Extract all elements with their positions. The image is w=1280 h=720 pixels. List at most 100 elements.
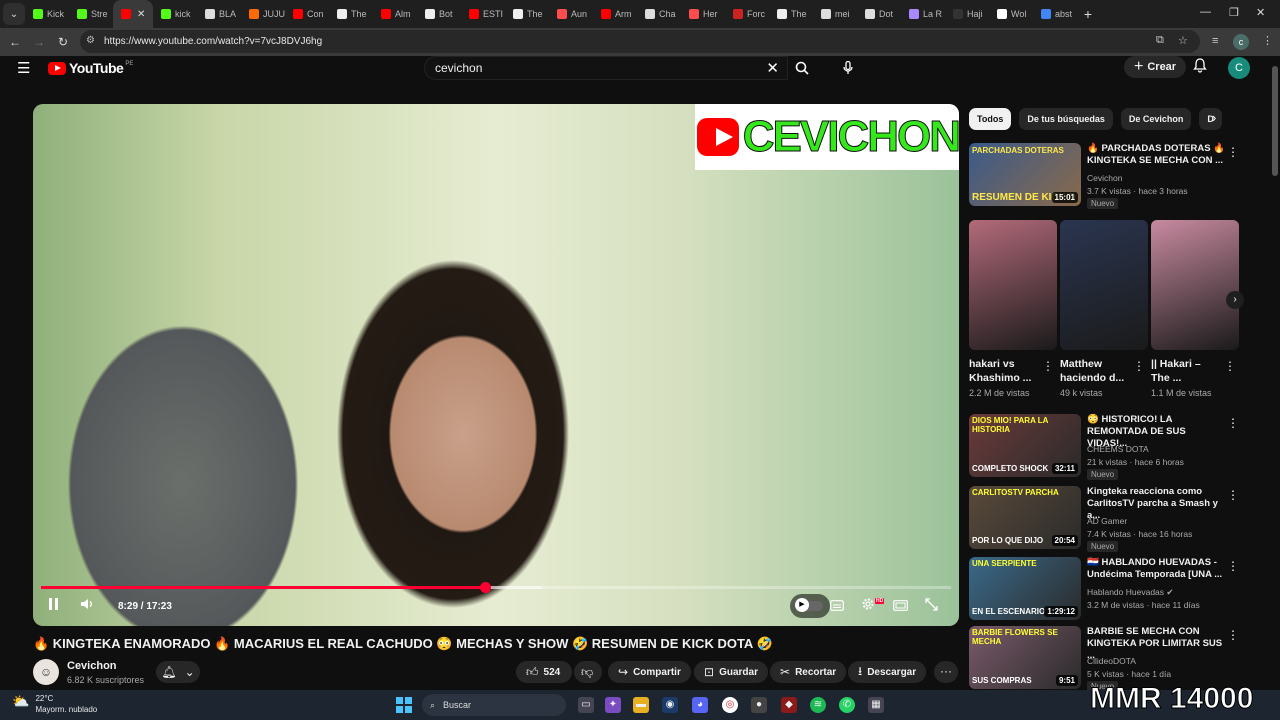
address-bar[interactable]: ⚙ https://www.youtube.com/watch?v=7vcJ8D… bbox=[80, 30, 1200, 53]
share-button[interactable]: ↪ Compartir bbox=[608, 661, 691, 683]
video-thumbnail[interactable]: PARCHADAS DOTERAS RESUMEN DE KICK D 15:0… bbox=[969, 143, 1081, 206]
download-button[interactable]: ⭳ Descargar bbox=[848, 661, 927, 683]
more-options-icon[interactable]: ⋮ bbox=[1227, 488, 1239, 502]
save-button[interactable]: ⊡ Guardar bbox=[694, 661, 768, 683]
chips-next-icon[interactable]: › bbox=[1212, 110, 1216, 125]
discord-icon[interactable]: ◕ bbox=[692, 697, 708, 713]
settings-button[interactable] bbox=[861, 597, 875, 614]
like-button[interactable]: 👍︎ 524 bbox=[516, 661, 572, 683]
search-input[interactable]: cevichon ✕ bbox=[424, 56, 788, 80]
recommendation-item[interactable]: PARCHADAS DOTERAS RESUMEN DE KICK D 15:0… bbox=[969, 143, 1269, 209]
more-options-icon[interactable]: ⋮ bbox=[1042, 359, 1054, 373]
video-thumbnail[interactable]: CARLITOSTV PARCHA POR LO QUE DIJO 20:54 bbox=[969, 486, 1081, 549]
spotify-icon[interactable]: ≋ bbox=[810, 697, 826, 713]
video-thumbnail[interactable]: UNA SERPIENTE EN EL ESCENARIO 1:29:12 bbox=[969, 557, 1081, 620]
more-options-icon[interactable]: ⋮ bbox=[1227, 145, 1239, 159]
dislike-button[interactable]: 👎︎ bbox=[574, 661, 602, 683]
browser-menu-icon[interactable]: ⋮ bbox=[1262, 34, 1273, 47]
youtube-logo[interactable]: YouTube PE bbox=[48, 60, 133, 76]
clear-search-icon[interactable]: ✕ bbox=[766, 59, 779, 77]
browser-tab[interactable]: Con bbox=[285, 0, 329, 28]
steam-icon[interactable]: ◉ bbox=[662, 697, 678, 713]
browser-tab[interactable]: abst bbox=[1033, 0, 1077, 28]
install-app-icon[interactable]: ⧉ bbox=[1156, 34, 1164, 47]
search-button[interactable] bbox=[788, 56, 816, 80]
pause-button[interactable] bbox=[48, 598, 59, 613]
create-button[interactable]: + Crear bbox=[1124, 56, 1187, 78]
short-item[interactable]: hakari vs Khashimo ... 2.2 M de vistas ⋮ bbox=[969, 220, 1057, 398]
short-thumbnail[interactable] bbox=[1060, 220, 1148, 350]
menu-icon[interactable]: ☰ bbox=[17, 59, 30, 77]
close-tab-icon[interactable]: ✕ bbox=[137, 9, 145, 20]
channel-name[interactable]: Hablando Huevadas ✔ bbox=[1087, 587, 1174, 598]
recommendation-item[interactable]: UNA SERPIENTE EN EL ESCENARIO 1:29:12 🇵🇾 HA… bbox=[969, 557, 1269, 623]
calculator-icon[interactable]: ▦ bbox=[868, 697, 884, 713]
browser-tab[interactable]: mei bbox=[813, 0, 857, 28]
browser-tab[interactable]: Haji bbox=[945, 0, 989, 28]
fullscreen-button[interactable] bbox=[925, 598, 938, 614]
video-thumbnail[interactable]: BARBIE FLOWERS SE MECHA SUS COMPRAS 9:51 bbox=[969, 626, 1081, 689]
short-item[interactable]: || Hakari – The ... 1.1 M de vistas ⋮ bbox=[1151, 220, 1239, 398]
short-title[interactable]: Matthew haciendo d... bbox=[1060, 357, 1130, 385]
short-title[interactable]: || Hakari – The ... bbox=[1151, 357, 1221, 385]
browser-tab[interactable]: Cha bbox=[637, 0, 681, 28]
channel-avatar[interactable]: ☺ bbox=[33, 659, 59, 685]
browser-tab[interactable]: Stre bbox=[69, 0, 113, 28]
browser-tab[interactable]: JUJU bbox=[241, 0, 285, 28]
reading-list-icon[interactable]: ≡ bbox=[1212, 35, 1218, 47]
browser-tab[interactable]: ESTI bbox=[461, 0, 505, 28]
channel-name[interactable]: AD Gamer bbox=[1087, 516, 1127, 526]
browser-tab[interactable]: The bbox=[329, 0, 373, 28]
notification-settings-button[interactable]: 🔔︎ ⌄ bbox=[156, 661, 200, 683]
subtitles-button[interactable] bbox=[830, 599, 844, 614]
filter-chip[interactable]: De Cevichon bbox=[1120, 108, 1192, 130]
progress-bar[interactable] bbox=[41, 582, 951, 593]
tab-search-button[interactable]: ⌄ bbox=[3, 3, 25, 25]
browser-profile-avatar[interactable]: c bbox=[1233, 34, 1249, 50]
taskbar-search[interactable]: ⌕ Buscar bbox=[422, 694, 566, 716]
browser-tab[interactable]: The bbox=[769, 0, 813, 28]
account-avatar[interactable]: C bbox=[1228, 57, 1250, 79]
browser-tab[interactable]: Forc bbox=[725, 0, 769, 28]
browser-tab[interactable]: Dot bbox=[857, 0, 901, 28]
weather-widget[interactable]: ⛅ 22°C Mayorm. nublado bbox=[12, 693, 97, 715]
browser-tab[interactable]: Kick bbox=[25, 0, 69, 28]
more-options-icon[interactable]: ⋮ bbox=[1227, 416, 1239, 430]
more-options-icon[interactable]: ⋮ bbox=[1227, 559, 1239, 573]
browser-tab[interactable]: La R bbox=[901, 0, 945, 28]
video-title[interactable]: 🇵🇾 HABLANDO HUEVADAS - Undécima Temporad… bbox=[1087, 557, 1227, 581]
filter-chip[interactable]: Todos bbox=[969, 108, 1012, 130]
browser-tab[interactable]: Wol bbox=[989, 0, 1033, 28]
browser-tab[interactable]: Bot bbox=[417, 0, 461, 28]
video-thumbnail[interactable]: DIOS MIO! PARA LA HISTORIA COMPLETO SHOCK… bbox=[969, 414, 1081, 477]
new-tab-button[interactable]: + bbox=[1077, 6, 1099, 22]
chrome-icon[interactable]: ◎ bbox=[722, 697, 738, 713]
short-title[interactable]: hakari vs Khashimo ... bbox=[969, 357, 1039, 385]
browser-tab[interactable]: kick bbox=[153, 0, 197, 28]
bookmark-star-icon[interactable]: ☆ bbox=[1178, 34, 1188, 47]
page-scrollbar[interactable] bbox=[1270, 56, 1280, 690]
obs-icon[interactable]: ● bbox=[751, 697, 767, 713]
short-thumbnail[interactable] bbox=[969, 220, 1057, 350]
video-title[interactable]: 🔥 PARCHADAS DOTERAS 🔥 KINGTEKA SE MECHA … bbox=[1087, 143, 1227, 167]
browser-tab[interactable]: Her bbox=[681, 0, 725, 28]
short-thumbnail[interactable] bbox=[1151, 220, 1239, 350]
browser-tab[interactable]: The bbox=[505, 0, 549, 28]
site-info-icon[interactable]: ⚙ bbox=[86, 35, 95, 46]
reload-button[interactable]: ↻ bbox=[51, 35, 75, 49]
browser-tab[interactable]: BLA bbox=[197, 0, 241, 28]
short-item[interactable]: Matthew haciendo d... 49 k vistas ⋮ bbox=[1060, 220, 1148, 398]
minimize-button[interactable]: — bbox=[1200, 6, 1211, 18]
more-options-icon[interactable]: ⋮ bbox=[1224, 359, 1236, 373]
copilot-icon[interactable]: ✦ bbox=[605, 697, 621, 713]
browser-tab[interactable]: Arm bbox=[593, 0, 637, 28]
more-options-icon[interactable]: ⋮ bbox=[1133, 359, 1145, 373]
more-options-icon[interactable]: ⋮ bbox=[1227, 628, 1239, 642]
channel-name[interactable]: Cevichon bbox=[1087, 173, 1122, 183]
windows-start-icon[interactable] bbox=[396, 697, 412, 713]
clip-button[interactable]: ✂ Recortar bbox=[770, 661, 847, 683]
volume-button[interactable] bbox=[80, 598, 94, 613]
channel-name[interactable]: CHEEMS DOTA bbox=[1087, 444, 1149, 454]
channel-name[interactable]: Cevichon bbox=[67, 660, 117, 672]
task-view-icon[interactable]: ▭ bbox=[578, 697, 594, 713]
